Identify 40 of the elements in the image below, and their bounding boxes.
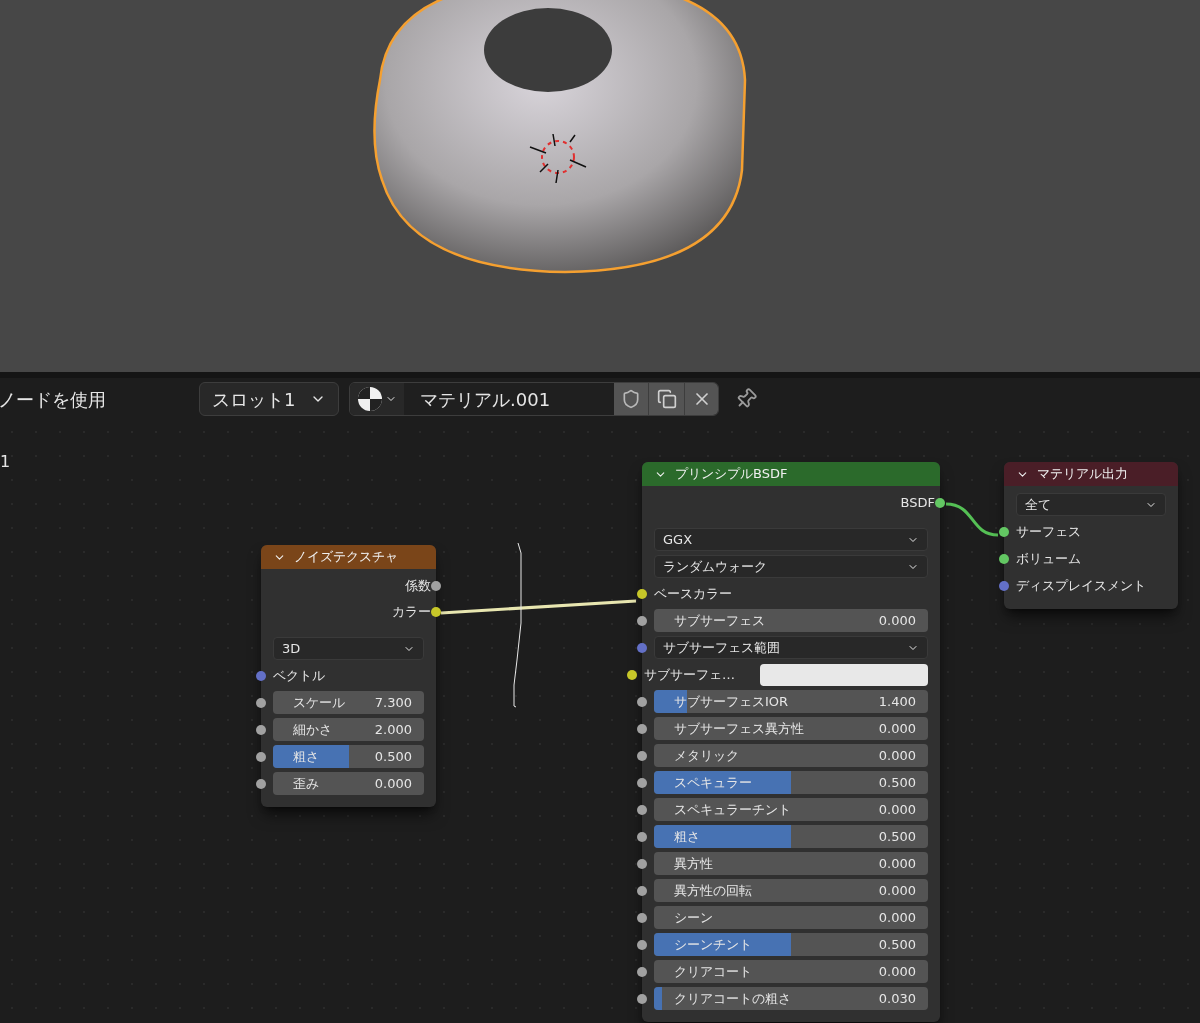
slider-field[interactable]: メタリック 0.000 <box>654 744 928 767</box>
slider-field[interactable]: 異方性 0.000 <box>654 852 928 875</box>
node-header[interactable]: ノイズテクスチャ <box>261 545 436 569</box>
socket-label: カラー <box>392 602 431 621</box>
node-header[interactable]: プリンシプルBSDF <box>642 462 940 486</box>
dropdown[interactable]: 全て <box>1016 493 1166 516</box>
color-swatch[interactable] <box>760 663 928 686</box>
socket-label: ベースカラー <box>654 584 732 603</box>
number-field[interactable]: スケール 7.300 <box>273 691 424 714</box>
socket-label: サーフェス <box>1016 522 1081 541</box>
number-field[interactable]: 歪み 0.000 <box>273 772 424 795</box>
dropdown[interactable]: GGX <box>654 528 928 551</box>
socket-label: ベクトル <box>273 666 325 685</box>
number-field[interactable]: 細かさ 2.000 <box>273 718 424 741</box>
node-link <box>945 502 999 537</box>
slider-field[interactable]: シーン 0.000 <box>654 906 928 929</box>
socket-label: ディスプレイスメント <box>1016 576 1146 595</box>
socket-label: ボリューム <box>1016 549 1081 568</box>
node-header[interactable]: マテリアル出力 <box>1004 462 1178 486</box>
slider-field[interactable]: クリアコート 0.000 <box>654 960 928 983</box>
slider-field[interactable]: 粗さ 0.500 <box>273 745 424 768</box>
slider-field[interactable]: クリアコートの粗さ 0.030 <box>654 987 928 1010</box>
dropdown[interactable]: ランダムウォーク <box>654 555 928 578</box>
dropdown[interactable]: 3D <box>273 637 424 660</box>
slider-field[interactable]: スペキュラーチント 0.000 <box>654 798 928 821</box>
slider-field[interactable]: スペキュラー 0.500 <box>654 771 928 794</box>
3d-viewport[interactable] <box>0 0 1200 372</box>
dropdown[interactable]: サブサーフェス範囲 <box>654 636 928 659</box>
slider-field[interactable]: 粗さ 0.500 <box>654 825 928 848</box>
socket-label: サブサーフェ… <box>644 665 736 684</box>
slider-field[interactable]: サブサーフェス異方性 0.000 <box>654 717 928 740</box>
slider-field[interactable]: シーンチント 0.500 <box>654 933 928 956</box>
socket-label: BSDF <box>900 493 935 512</box>
slider-field[interactable]: 異方性の回転 0.000 <box>654 879 928 902</box>
slider-field[interactable]: サブサーフェス 0.000 <box>654 609 928 632</box>
frame-number: 1 <box>0 451 11 473</box>
slider-field[interactable]: サブサーフェスIOR 1.400 <box>654 690 928 713</box>
socket-label: 係数 <box>405 576 431 595</box>
slot-dropdown[interactable]: スロット1 <box>199 382 339 416</box>
use-nodes-label[interactable]: ノードを使用 <box>0 385 199 413</box>
